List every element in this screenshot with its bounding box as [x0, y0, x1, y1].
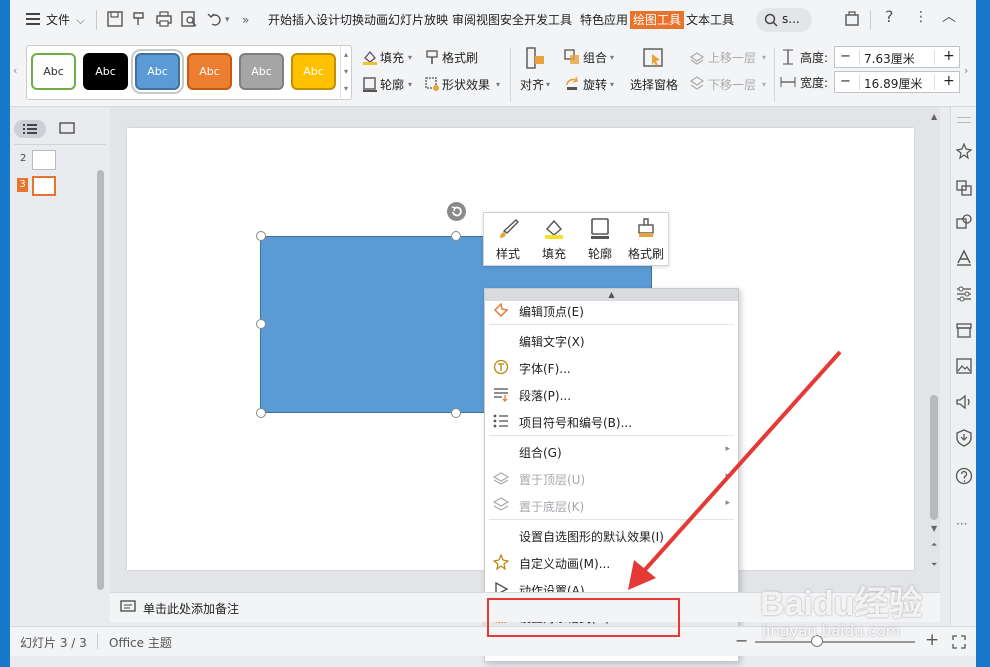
annotation-highlight-box [487, 598, 680, 637]
watermark: Baidu经验 jingyan.baidu.com [760, 576, 950, 648]
annotation-arrow [628, 350, 842, 590]
watermark-url: jingyan.baidu.com [762, 622, 901, 640]
watermark-brand: Baidu经验 [760, 585, 923, 623]
